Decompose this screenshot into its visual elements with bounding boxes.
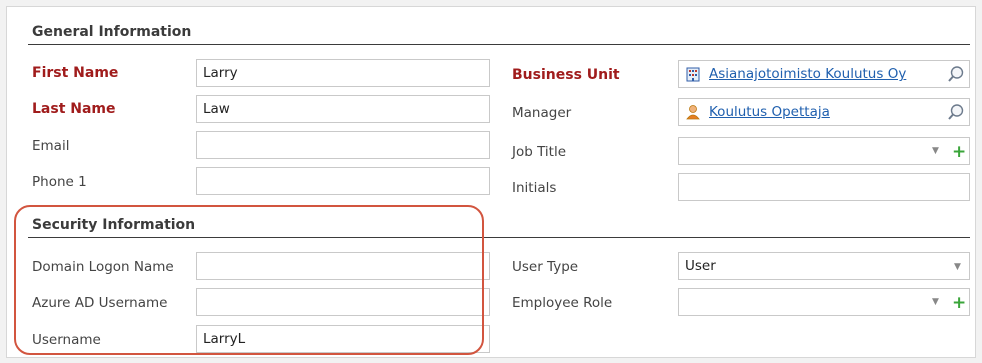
- last-name-field[interactable]: Law: [196, 95, 490, 123]
- magnifier-icon[interactable]: [947, 103, 965, 121]
- magnifier-icon[interactable]: [947, 65, 965, 83]
- phone-label: Phone 1: [32, 174, 87, 190]
- manager-lookup[interactable]: Koulutus Opettaja: [678, 98, 970, 126]
- initials-label: Initials: [512, 180, 557, 196]
- last-name-label: Last Name: [32, 101, 116, 117]
- first-name-field[interactable]: Larry: [196, 59, 490, 87]
- chevron-down-icon[interactable]: ▼: [954, 262, 961, 272]
- manager-label: Manager: [512, 105, 572, 121]
- user-type-select[interactable]: User: [678, 252, 970, 280]
- plus-icon[interactable]: +: [952, 142, 966, 162]
- employee-role-select[interactable]: [678, 288, 970, 316]
- chevron-down-icon[interactable]: ▼: [932, 146, 939, 156]
- general-section-title: General Information: [32, 24, 192, 40]
- manager-link[interactable]: Koulutus Opettaja: [709, 99, 830, 125]
- business-unit-link[interactable]: Asianajotoimisto Koulutus Oy: [709, 61, 906, 87]
- person-icon: [686, 105, 700, 120]
- email-label: Email: [32, 138, 70, 154]
- general-section-rule: [28, 44, 970, 45]
- building-icon: [686, 67, 700, 82]
- plus-icon[interactable]: +: [952, 293, 966, 313]
- chevron-down-icon[interactable]: ▼: [932, 297, 939, 307]
- phone-field[interactable]: [196, 167, 490, 195]
- job-title-label: Job Title: [512, 144, 567, 160]
- business-unit-label: Business Unit: [512, 67, 620, 83]
- employee-role-label: Employee Role: [512, 295, 613, 311]
- user-type-label: User Type: [512, 259, 579, 275]
- job-title-select[interactable]: [678, 137, 970, 165]
- email-field[interactable]: [196, 131, 490, 159]
- first-name-label: First Name: [32, 65, 119, 81]
- business-unit-lookup[interactable]: Asianajotoimisto Koulutus Oy: [678, 60, 970, 88]
- security-highlight-annotation: [14, 205, 484, 355]
- initials-field[interactable]: [678, 173, 970, 201]
